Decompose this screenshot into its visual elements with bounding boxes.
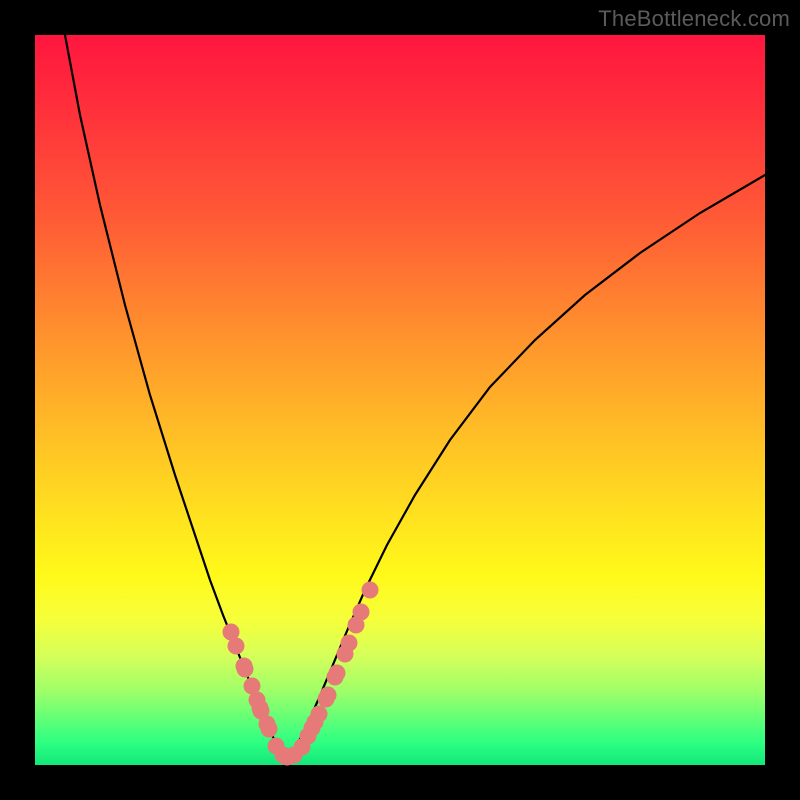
data-marker xyxy=(237,661,254,678)
curve-right-branch xyxy=(285,175,765,760)
plot-area xyxy=(35,35,765,765)
data-marker xyxy=(362,582,379,599)
data-marker xyxy=(311,706,328,723)
chart-frame: TheBottleneck.com xyxy=(0,0,800,800)
watermark-text: TheBottleneck.com xyxy=(598,6,790,32)
data-marker xyxy=(329,665,346,682)
data-marker xyxy=(341,635,358,652)
data-marker xyxy=(228,638,245,655)
data-marker xyxy=(353,604,370,621)
data-markers xyxy=(223,582,379,766)
plot-svg xyxy=(35,35,765,765)
curve-left-branch xyxy=(65,35,285,760)
data-marker xyxy=(261,721,278,738)
data-marker xyxy=(320,687,337,704)
